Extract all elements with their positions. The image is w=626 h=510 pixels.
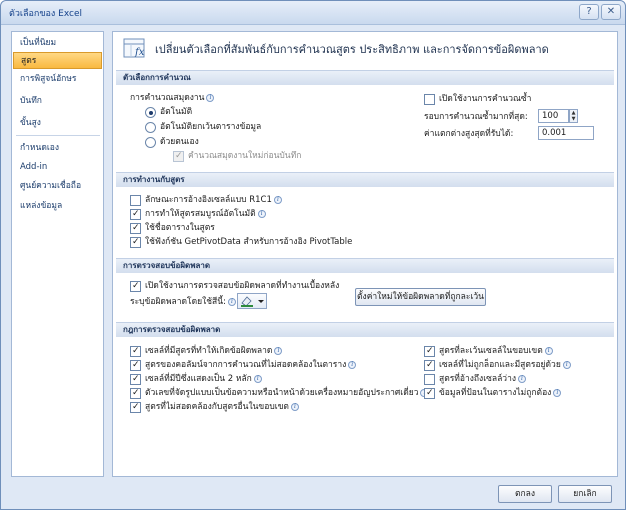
rule-error-formulas-label: เซลล์ที่มีสูตรที่ทำให้เกิดข้อผิดพลาด i (145, 345, 283, 357)
calc-auto-except-tables-label: อัตโนมัติยกเว้นตารางข้อมูล (160, 122, 262, 132)
ok-button[interactable]: ตกลง (498, 485, 552, 503)
rule-numbers-as-text-checkbox[interactable] (130, 388, 141, 399)
calc-auto-except-tables-radio[interactable] (145, 122, 156, 133)
help-button[interactable]: ? (579, 4, 599, 20)
error-color-picker[interactable] (237, 293, 267, 309)
formula-autocomplete-label: การทำให้สูตรสมบูรณ์อัตโนมัติ i (145, 208, 266, 220)
info-icon: i (518, 374, 526, 383)
error-color-label: ระบุข้อผิดพลาดโดยใช้สีนี้: i (130, 296, 236, 308)
nav-item-popular[interactable]: เป็นที่นิยม (13, 35, 102, 52)
rule-invalid-table-data-checkbox[interactable] (424, 388, 435, 399)
rule-invalid-table-data-label: ข้อมูลที่ป้อนในตารางไม่ถูกต้อง i (439, 387, 562, 399)
rule-numbers-as-text-label: ตัวเลขที่จัดรูปแบบเป็นข้อความหรือนำหน้าด… (145, 387, 429, 399)
workbook-calc-label: การคำนวณสมุดงาน i (130, 92, 215, 104)
rule-two-digit-years-label: เซลล์ที่มีปีซึ่งแสดงเป็น 2 หลัก i (145, 373, 262, 385)
svg-text:fx: fx (134, 47, 145, 58)
nav-item-addins[interactable]: Add-in (13, 159, 102, 176)
calc-manual-label: ด้วยตนเอง (160, 137, 199, 147)
options-nav: เป็นที่นิยม สูตร การพิสูจน์อักษร บันทึก … (11, 31, 104, 477)
r1c1-checkbox[interactable] (130, 195, 141, 206)
nav-item-formulas[interactable]: สูตร (13, 52, 102, 69)
rule-two-digit-years-checkbox[interactable] (130, 374, 141, 385)
dialog-title: ตัวเลือกของ Excel (9, 9, 82, 19)
calc-manual-radio[interactable] (145, 137, 156, 148)
nav-item-customize[interactable]: กำหนดเอง (13, 140, 102, 157)
calc-auto-label: อัตโนมัติ (160, 107, 193, 117)
rule-error-formulas-checkbox[interactable] (130, 346, 141, 357)
formula-autocomplete-checkbox[interactable] (130, 209, 141, 220)
info-icon: i (206, 93, 215, 102)
info-icon: i (227, 297, 236, 306)
rule-inconsistent-formula-label: สูตรที่ไม่สอดคล้องกับสูตรอื่นในขอบเขต i (145, 401, 299, 413)
rule-two-digit-years-text: เซลล์ที่มีปีซึ่งแสดงเป็น 2 หลัก (145, 374, 252, 384)
options-content: fx เปลี่ยนตัวเลือกที่สัมพันธ์กับการคำนวณ… (112, 31, 618, 477)
nav-item-save[interactable]: บันทึก (13, 93, 102, 110)
max-change-label: ค่าแตกต่างสูงสุดที่รับได้: (424, 129, 514, 139)
close-button[interactable]: ✕ (601, 4, 621, 20)
nav-item-proofing[interactable]: การพิสูจน์อักษร (13, 71, 102, 88)
rule-invalid-table-data-text: ข้อมูลที่ป้อนในตารางไม่ถูกต้อง (439, 388, 552, 398)
table-names-label: ใช้ชื่อตารางในสูตร (145, 223, 215, 233)
recalc-before-save-checkbox[interactable] (173, 151, 184, 162)
section-calc-options: ตัวเลือกการคำนวณ (116, 70, 614, 85)
rule-error-formulas-text: เซลล์ที่มีสูตรที่ทำให้เกิดข้อผิดพลาด (145, 346, 273, 356)
nav-item-trust-center[interactable]: ศูนย์ความเชื่อถือ (13, 178, 102, 195)
section-error-checking: การตรวจสอบข้อผิดพลาด (116, 258, 614, 273)
info-icon: i (562, 360, 571, 369)
error-color-text: ระบุข้อผิดพลาดโดยใช้สีนี้: (130, 297, 226, 307)
recalc-before-save-label: คำนวณสมุดงานใหม่ก่อนบันทึก (188, 151, 302, 161)
rule-inconsistent-column-text: สูตรของคอลัมน์จากการคำนวณที่ไม่สอดคล้องใ… (145, 360, 347, 370)
fill-color-icon (241, 296, 264, 307)
formula-autocomplete-text: การทำให้สูตรสมบูรณ์อัตโนมัติ (145, 209, 256, 219)
nav-item-resources[interactable]: แหล่งข้อมูล (13, 198, 102, 215)
max-iterations-spinner[interactable]: ▲ ▼ (569, 109, 578, 123)
workbook-calc-text: การคำนวณสมุดงาน (130, 93, 205, 103)
iterative-calc-label: เปิดใช้งานการคำนวณซ้ำ (439, 94, 532, 104)
rule-unlocked-cells-checkbox[interactable] (424, 360, 435, 371)
max-change-input[interactable]: 0.001 (538, 126, 594, 140)
section-working-with-formulas: การทำงานกับสูตร (116, 172, 614, 187)
getpivotdata-checkbox[interactable] (130, 237, 141, 248)
rule-omit-cells-checkbox[interactable] (424, 346, 435, 357)
section-error-rules: กฎการตรวจสอบข้อผิดพลาด (116, 322, 614, 337)
reset-ignored-errors-button[interactable]: ตั้งค่าใหม่ให้ข้อผิดพลาดที่ถูกละเว้น (355, 288, 486, 306)
nav-separator (16, 135, 100, 136)
rule-inconsistent-formula-checkbox[interactable] (130, 402, 141, 413)
excel-options-dialog: ตัวเลือกของ Excel ? ✕ เป็นที่นิยม สูตร ก… (0, 0, 626, 510)
info-icon: i (290, 402, 299, 411)
rule-inconsistent-formula-text: สูตรที่ไม่สอดคล้องกับสูตรอื่นในขอบเขต (145, 402, 289, 412)
rule-empty-cells-label: สูตรที่อ้างถึงเซลล์ว่าง i (439, 373, 526, 385)
max-iterations-label: รอบการคำนวณซ้ำมากที่สุด: (424, 112, 528, 122)
rule-inconsistent-column-label: สูตรของคอลัมน์จากการคำนวณที่ไม่สอดคล้องใ… (145, 359, 357, 371)
iterative-calc-checkbox[interactable] (424, 94, 435, 105)
info-icon: i (544, 346, 553, 355)
title-bar: ตัวเลือกของ Excel ? ✕ (1, 1, 625, 25)
r1c1-label: ลักษณะการอ้างอิงเซลล์แบบ R1C1 i (145, 194, 282, 206)
background-error-check-label: เปิดใช้งานการตรวจสอบข้อผิดพลาดที่ทำงานเบ… (145, 281, 340, 291)
rule-empty-cells-checkbox[interactable] (424, 374, 435, 385)
getpivotdata-label: ใช้ฟังก์ชัน GetPivotData สำหรับการอ้างอิ… (145, 237, 353, 247)
info-icon: i (257, 209, 266, 218)
info-icon: i (348, 360, 357, 369)
info-icon: i (553, 388, 562, 397)
rule-omit-cells-text: สูตรที่ละเว้นเซลล์ในขอบเขต (439, 346, 543, 356)
table-names-checkbox[interactable] (130, 223, 141, 234)
info-icon: i (273, 195, 282, 204)
cancel-button[interactable]: ยกเลิก (558, 485, 612, 503)
rule-omit-cells-label: สูตรที่ละเว้นเซลล์ในขอบเขต i (439, 345, 553, 357)
background-error-check-checkbox[interactable] (130, 281, 141, 292)
info-icon: i (274, 346, 283, 355)
rule-numbers-as-text-text: ตัวเลขที่จัดรูปแบบเป็นข้อความหรือนำหน้าด… (145, 388, 419, 398)
r1c1-text: ลักษณะการอ้างอิงเซลล์แบบ R1C1 (145, 195, 272, 205)
rule-inconsistent-column-checkbox[interactable] (130, 360, 141, 371)
max-iterations-input[interactable]: 100 (538, 109, 569, 123)
rule-unlocked-cells-text: เซลล์ที่ไม่ถูกล็อกและมีสูตรอยู่ด้วย (439, 360, 561, 370)
info-icon: i (253, 374, 262, 383)
nav-item-advanced[interactable]: ขั้นสูง (13, 115, 102, 132)
rule-unlocked-cells-label: เซลล์ที่ไม่ถูกล็อกและมีสูตรอยู่ด้วย i (439, 359, 571, 371)
page-title: เปลี่ยนตัวเลือกที่สัมพันธ์กับการคำนวณสูต… (155, 43, 549, 56)
formula-options-icon: fx (123, 38, 145, 58)
rule-empty-cells-text: สูตรที่อ้างถึงเซลล์ว่าง (439, 374, 516, 384)
calc-auto-radio[interactable] (145, 107, 156, 118)
